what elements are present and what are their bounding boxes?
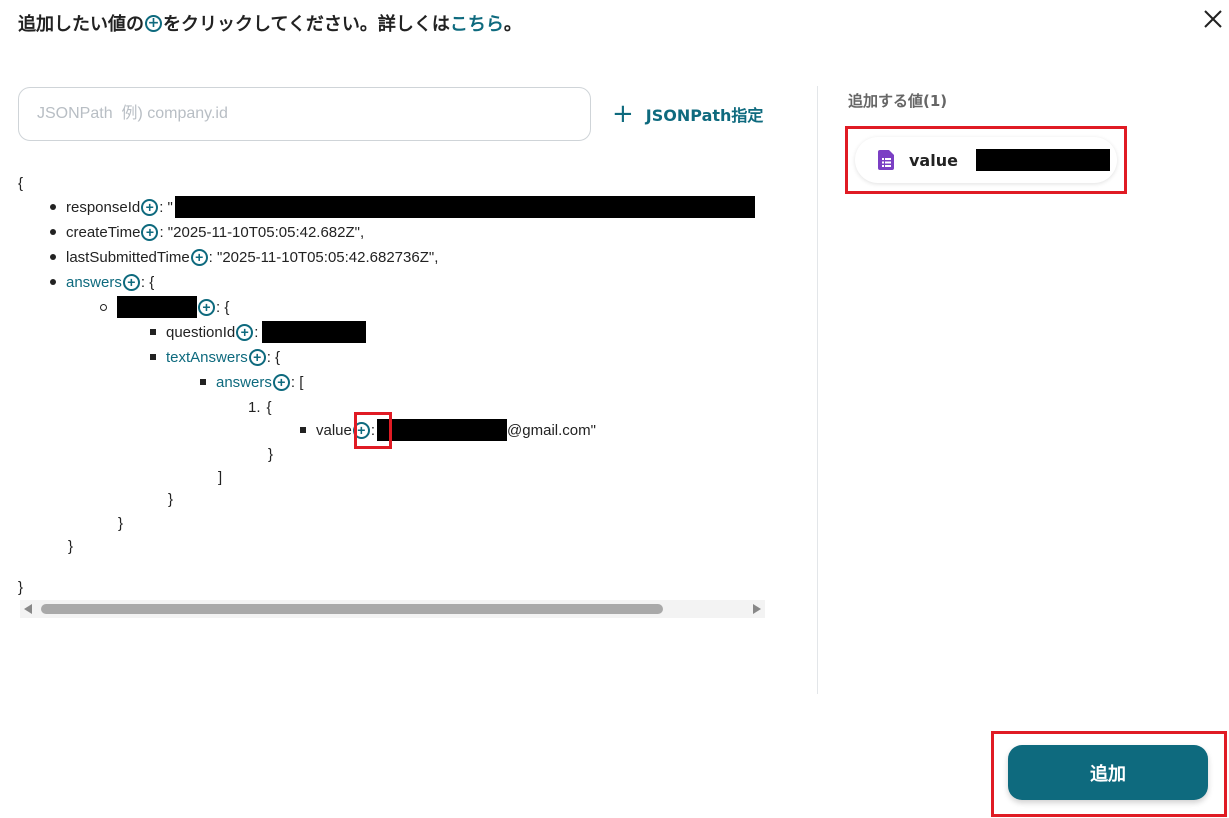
close-button[interactable] [1200, 6, 1226, 32]
key-questionId: questionId [166, 323, 236, 341]
close-list-item: } [268, 445, 274, 463]
jsonpath-specify-button[interactable]: + JSONPath指定 [612, 100, 763, 128]
add-answer-item-icon[interactable]: + [198, 298, 215, 316]
highlight-selected-value [845, 126, 1127, 194]
json-close-brace: } [18, 578, 24, 596]
bullet [50, 204, 56, 210]
json-row-answer-item: + : { [100, 296, 229, 318]
instruction-suffix: をクリックしてください。詳しくは [163, 14, 450, 35]
add-responseId-icon[interactable]: + [141, 198, 159, 216]
json-row-questionId: questionId + : [150, 321, 367, 343]
close-answers: } [68, 537, 74, 555]
json-row-value: value + : @gmail.com" [300, 419, 596, 441]
key-answers[interactable]: answers [66, 274, 122, 291]
add-answers-icon[interactable]: + [122, 273, 140, 291]
redacted-value [377, 419, 508, 441]
json-row-textAnswers: textAnswers + : { [150, 346, 280, 368]
json-row-lastSubmittedTime: lastSubmittedTime + : "2025-11-10T05:05:… [50, 246, 438, 268]
add-lastSubmittedTime-icon[interactable]: + [190, 248, 208, 266]
json-row-answers: answers + : { [50, 271, 154, 293]
plus-icon: + [612, 99, 634, 129]
redacted-value [262, 321, 367, 343]
inner-answers-bracket: : [ [290, 373, 304, 391]
key-responseId: responseId [66, 198, 141, 216]
add-createTime-icon[interactable]: + [141, 223, 159, 241]
questionId-colon: : [254, 323, 259, 341]
answers-brace: : { [140, 273, 155, 291]
json-row-responseId: responseId + : " [50, 196, 755, 218]
instruction-prefix: 追加したい値の [18, 14, 144, 35]
plus-circle-icon: + [145, 14, 162, 32]
redacted-key [117, 296, 197, 318]
key-createTime: createTime [66, 223, 141, 241]
add-textAnswers-icon[interactable]: + [248, 348, 266, 366]
selected-values-title: 追加する値(1) [848, 92, 948, 110]
bullet [50, 254, 56, 260]
bullet [300, 427, 306, 433]
bullet [50, 279, 56, 285]
bullet [150, 354, 156, 360]
json-open-brace: { [18, 174, 24, 192]
createTime-value: : "2025-11-10T05:05:42.682Z", [159, 223, 365, 241]
help-link[interactable]: こちら [450, 10, 504, 36]
scroll-left-icon[interactable] [24, 604, 32, 614]
key-lastSubmittedTime: lastSubmittedTime [66, 248, 190, 266]
textAnswers-brace: : { [266, 348, 281, 366]
answer-item-brace: : { [216, 298, 230, 316]
lastSubmittedTime-value: : "2025-11-10T05:05:42.682736Z", [208, 248, 439, 266]
bullet [50, 229, 56, 235]
key-textAnswers[interactable]: textAnswers [166, 349, 248, 366]
value-suffix: @gmail.com" [507, 421, 596, 439]
instruction-text: 追加したい値の + をクリックしてください。詳しくは こちら 。 [18, 10, 522, 36]
panel-divider [817, 86, 818, 694]
close-icon [1204, 10, 1222, 28]
redacted-value [174, 196, 755, 218]
key-inner-answers[interactable]: answers [216, 374, 272, 391]
list-index: 1. [248, 398, 261, 416]
close-textAnswers: } [168, 490, 174, 508]
bullet [150, 329, 156, 335]
horizontal-scrollbar[interactable] [20, 600, 765, 618]
close-answer-item: } [118, 514, 124, 532]
bullet [100, 303, 107, 311]
jsonpath-specify-label: JSONPath指定 [645, 106, 764, 125]
json-row-list-item: 1. { [248, 396, 272, 418]
responseId-colon: : " [159, 198, 173, 216]
scrollbar-thumb[interactable] [41, 604, 663, 614]
highlight-value-add [354, 412, 392, 449]
bullet [200, 379, 206, 385]
scroll-right-icon[interactable] [753, 604, 761, 614]
highlight-add-button [991, 731, 1227, 817]
jsonpath-input[interactable] [18, 87, 591, 141]
key-value: value [316, 421, 352, 439]
instruction-period: 。 [503, 14, 522, 35]
list-item-brace: { [266, 398, 272, 416]
close-inner-answers: ] [218, 468, 223, 486]
add-questionId-icon[interactable]: + [236, 323, 254, 341]
json-row-inner-answers: answers + : [ [200, 371, 303, 393]
json-row-createTime: createTime + : "2025-11-10T05:05:42.682Z… [50, 221, 364, 243]
add-inner-answers-icon[interactable]: + [272, 373, 290, 391]
